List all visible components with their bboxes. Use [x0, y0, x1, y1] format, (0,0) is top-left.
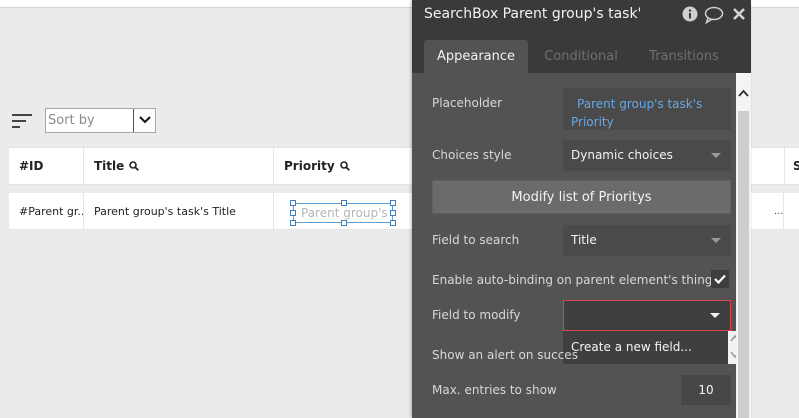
- resize-handle[interactable]: [290, 210, 296, 216]
- sort-by-placeholder: Sort by: [48, 113, 95, 128]
- property-editor-panel: SearchBox Parent group's task' Appearanc…: [412, 0, 751, 418]
- field-to-search-label: Field to search: [432, 233, 520, 247]
- resize-handle[interactable]: [290, 220, 296, 226]
- comment-icon[interactable]: [704, 6, 724, 25]
- resize-handle[interactable]: [341, 200, 347, 206]
- auto-binding-label: Enable auto-binding on parent element's …: [432, 273, 713, 287]
- show-alert-label: Show an alert on succes: [432, 348, 578, 362]
- tab-conditional[interactable]: Conditional: [538, 40, 624, 73]
- chevron-down-icon: [711, 238, 721, 243]
- chevron-down-icon: [711, 153, 721, 158]
- info-icon[interactable]: [682, 6, 698, 24]
- sort-icon: [12, 114, 32, 128]
- resize-handle[interactable]: [341, 220, 347, 226]
- tab-appearance[interactable]: Appearance: [424, 40, 528, 73]
- resize-handle[interactable]: [390, 210, 396, 216]
- table-cell-id: #Parent gr...: [9, 193, 84, 229]
- auto-binding-checkbox[interactable]: [711, 270, 729, 288]
- max-entries-input[interactable]: 10: [681, 375, 731, 405]
- field-to-modify-dropdown[interactable]: [563, 300, 731, 331]
- sort-by-dropdown[interactable]: Sort by: [45, 108, 156, 133]
- field-to-modify-options: Create a new field...: [563, 331, 728, 364]
- field-to-search-dropdown[interactable]: Title: [563, 225, 731, 256]
- max-entries-label: Max. entries to show: [432, 383, 557, 397]
- panel-title: SearchBox Parent group's task': [424, 6, 642, 22]
- column-header-priority[interactable]: Priority: [274, 148, 414, 184]
- search-icon: [129, 161, 140, 171]
- panel-title-bar[interactable]: SearchBox Parent group's task': [412, 0, 751, 31]
- choices-style-label: Choices style: [432, 148, 512, 162]
- create-new-field-option[interactable]: Create a new field...: [571, 340, 692, 354]
- panel-scrollbar[interactable]: [736, 73, 751, 418]
- table-cell-truncated: ...: [774, 193, 784, 229]
- resize-handle[interactable]: [390, 200, 396, 206]
- searchbox-placeholder: Parent group's: [301, 206, 388, 220]
- choices-style-dropdown[interactable]: Dynamic choices: [563, 140, 731, 171]
- checkmark-icon: [714, 274, 726, 284]
- modify-list-button[interactable]: Modify list of Prioritys: [432, 180, 731, 214]
- chevron-down-icon: [710, 313, 720, 318]
- table-cell-title: Parent group's task's Title: [84, 193, 274, 229]
- tabs-bar: Appearance Conditional Transitions: [412, 31, 751, 73]
- placeholder-input[interactable]: Parent group's task's Priority: [563, 88, 731, 130]
- close-icon[interactable]: [732, 6, 746, 24]
- column-header-id[interactable]: #ID: [9, 148, 84, 184]
- panel-scrollbar-thumb[interactable]: [738, 111, 749, 418]
- chevron-up-icon[interactable]: [738, 89, 749, 97]
- resize-handle[interactable]: [290, 200, 296, 206]
- dynamic-expression[interactable]: Parent group's task's Priority: [571, 95, 721, 131]
- placeholder-label: Placeholder: [432, 96, 503, 110]
- tab-transitions[interactable]: Transitions: [642, 40, 726, 73]
- chevron-down-icon[interactable]: [133, 109, 155, 132]
- column-header-title[interactable]: Title: [84, 148, 274, 184]
- search-icon: [339, 161, 350, 171]
- field-to-modify-label: Field to modify: [432, 308, 521, 322]
- resize-handle[interactable]: [390, 220, 396, 226]
- column-header-status[interactable]: Sta: [784, 148, 799, 184]
